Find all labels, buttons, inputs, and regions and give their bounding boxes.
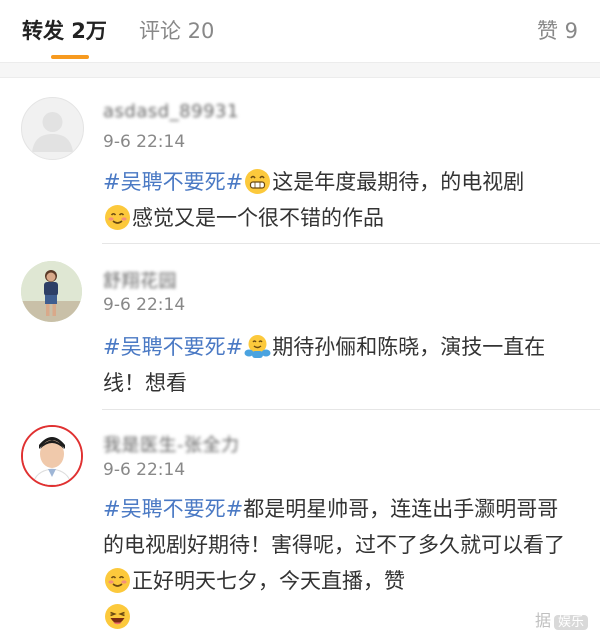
active-tab-indicator: [51, 55, 89, 59]
default-avatar-icon: [32, 112, 73, 152]
timestamp: 9-6 22:14: [103, 295, 186, 315]
tab-repost[interactable]: 转发 2万: [22, 17, 107, 45]
topic-link[interactable]: #吴聘不要死#: [103, 170, 243, 194]
tab-bar: 转发 2万 评论 20 赞 9: [0, 0, 600, 63]
username[interactable]: 我是医生-张全力: [103, 431, 240, 457]
smile-emoji-icon: [104, 204, 131, 231]
comment-text: #吴聘不要死# 这是年度最期待，的电视剧感觉又是一个很不错的作品: [103, 164, 583, 236]
username[interactable]: asdasd_89931: [103, 101, 239, 122]
hug-emoji-icon: [244, 333, 271, 360]
avatar[interactable]: [21, 261, 82, 322]
timestamp: 9-6 22:14: [103, 460, 186, 480]
grin-emoji-icon: [244, 168, 271, 195]
section-gap: [0, 63, 600, 78]
avatar[interactable]: [21, 97, 84, 160]
user-photo-icon: [21, 261, 82, 322]
divider: [102, 243, 600, 244]
smile-emoji-icon: [104, 567, 131, 594]
laugh-emoji-icon: [104, 603, 131, 630]
comment-body: 感觉又是一个很不错的作品: [132, 206, 384, 230]
comment-text: #吴聘不要死# 期待孙俪和陈晓，演技一直在线！想看: [103, 329, 581, 401]
topic-link[interactable]: #吴聘不要死#: [103, 335, 243, 359]
tab-like[interactable]: 赞 9: [537, 17, 578, 45]
timestamp: 9-6 22:14: [103, 132, 186, 152]
comment-body: 正好明天七夕，今天直播，赞: [132, 569, 405, 593]
divider: [102, 409, 600, 410]
topic-link[interactable]: #吴聘不要死#: [103, 497, 243, 521]
watermark-text: 据: [534, 611, 551, 630]
avatar[interactable]: [21, 425, 83, 487]
user-photo-icon: [23, 427, 81, 485]
tab-comment[interactable]: 评论 20: [139, 17, 214, 45]
watermark-badge: 娱乐: [553, 615, 588, 630]
list-item: asdasd_89931 9-6 22:14 #吴聘不要死# 这是年度最期待，的电…: [0, 78, 600, 244]
list-item: 舒翔花园 9-6 22:14 #吴聘不要死# 期待孙俪和陈晓，演技一直在线！想看: [0, 245, 600, 410]
comment-text: #吴聘不要死#都是明星帅哥，连连出手灏明哥哥的电视剧好期待！害得呢，过不了多久就…: [103, 491, 573, 635]
list-item: 我是医生-张全力 9-6 22:14 #吴聘不要死#都是明星帅哥，连连出手灏明哥…: [0, 411, 600, 639]
username[interactable]: 舒翔花园: [103, 267, 177, 293]
comment-body: 这是年度最期待，的电视剧: [272, 170, 525, 194]
watermark: 据娱乐: [535, 607, 588, 631]
